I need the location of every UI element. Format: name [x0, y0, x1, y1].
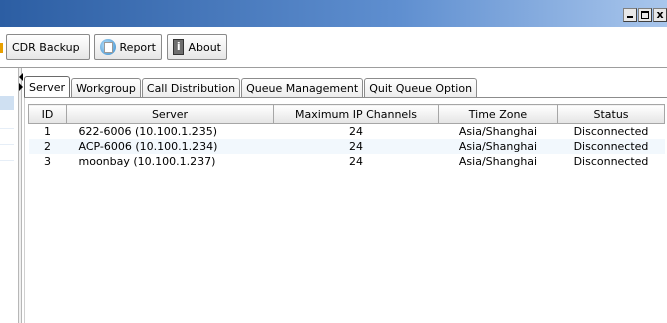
server-table: ID Server Maximum IP Channels Time Zone …: [28, 104, 665, 169]
cell-status: Disconnected: [557, 123, 665, 139]
tab-queue-management[interactable]: Queue Management: [241, 78, 364, 98]
column-header-server[interactable]: Server: [66, 104, 274, 124]
tab-quit-queue-option[interactable]: Quit Queue Option: [364, 78, 478, 98]
column-header-max-ip-channels[interactable]: Maximum IP Channels: [273, 104, 439, 124]
toolbar-grip: [0, 43, 3, 53]
cell-channels: 24: [273, 123, 439, 139]
left-panel: [0, 68, 18, 323]
about-label: About: [188, 40, 221, 54]
report-label: Report: [119, 40, 156, 54]
tree-row: [0, 144, 14, 145]
cell-status: Disconnected: [557, 154, 665, 169]
report-icon: [100, 39, 116, 55]
cell-timezone: Asia/Shanghai: [438, 123, 558, 139]
table-row[interactable]: 1 622-6006 (10.100.1.235) 24 Asia/Shangh…: [28, 123, 665, 139]
minimize-button[interactable]: [623, 8, 637, 22]
toolbar: CDR Backup Report About: [0, 27, 667, 67]
table-header-row: ID Server Maximum IP Channels Time Zone …: [28, 104, 665, 124]
cell-id: 3: [28, 154, 67, 169]
cell-status: Disconnected: [557, 139, 665, 154]
cell-timezone: Asia/Shanghai: [438, 154, 558, 169]
cell-server: 622-6006 (10.100.1.235): [66, 123, 274, 139]
tree-row: [0, 128, 14, 129]
column-header-id[interactable]: ID: [28, 104, 67, 124]
cell-timezone: Asia/Shanghai: [438, 139, 558, 154]
tree-row: [0, 160, 14, 161]
splitter-handle[interactable]: [18, 68, 22, 323]
table-row[interactable]: 2 ACP-6006 (10.100.1.234) 24 Asia/Shangh…: [28, 139, 665, 154]
close-button[interactable]: x: [653, 8, 667, 22]
cell-channels: 24: [273, 154, 439, 169]
column-header-time-zone[interactable]: Time Zone: [438, 104, 558, 124]
cell-id: 2: [28, 139, 67, 154]
cell-server: moonbay (10.100.1.237): [66, 154, 274, 169]
report-button[interactable]: Report: [94, 34, 162, 60]
cell-id: 1: [28, 123, 67, 139]
column-header-status[interactable]: Status: [557, 104, 665, 124]
title-bar: x: [0, 0, 667, 27]
cell-server: ACP-6006 (10.100.1.234): [66, 139, 274, 154]
collapse-left-icon[interactable]: [19, 73, 23, 81]
maximize-button[interactable]: [638, 8, 652, 22]
table-row[interactable]: 3 moonbay (10.100.1.237) 24 Asia/Shangha…: [28, 154, 665, 169]
tab-workgroup[interactable]: Workgroup: [71, 78, 141, 98]
cdr-backup-label: CDR Backup: [12, 40, 80, 54]
window-controls: x: [622, 8, 667, 22]
tab-call-distribution[interactable]: Call Distribution: [141, 78, 241, 98]
about-icon: [173, 39, 185, 55]
cell-channels: 24: [273, 139, 439, 154]
about-button[interactable]: About: [167, 34, 227, 60]
expand-right-icon[interactable]: [19, 83, 23, 91]
tab-bar: Server Workgroup Call Distribution Queue…: [24, 76, 478, 98]
selected-tree-item[interactable]: [0, 96, 14, 110]
tab-server[interactable]: Server: [24, 76, 71, 98]
toolbar-separator: [0, 67, 667, 68]
cdr-backup-button[interactable]: CDR Backup: [6, 34, 90, 60]
